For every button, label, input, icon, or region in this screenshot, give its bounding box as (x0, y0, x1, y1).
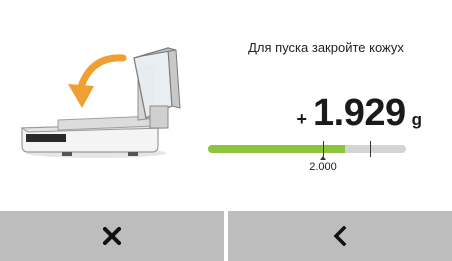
weight-unit: g (411, 110, 422, 129)
tolerance-tick (370, 141, 371, 157)
target-progress-bar: 2.000 (208, 141, 406, 173)
chevron-left-icon (333, 226, 347, 246)
main-panel: Для пуска закройте кожух + 1.929 g 2.000 (0, 0, 452, 211)
weight-value: 1.929 (313, 92, 406, 134)
target-marker-icon (320, 156, 326, 160)
balance-screen: Для пуска закройте кожух + 1.929 g 2.000 (0, 0, 452, 261)
target-tick (323, 141, 324, 157)
balance-draft-shield-illustration (20, 47, 181, 158)
bottom-action-bar (0, 211, 452, 261)
weight-sign: + (296, 109, 308, 129)
progress-fill (208, 145, 345, 153)
close-icon (103, 227, 121, 245)
instruction-message: Для пуска закройте кожух (248, 40, 404, 55)
target-value-label: 2.000 (309, 161, 337, 173)
weight-readout: + 1.929 g (297, 92, 423, 135)
back-button[interactable] (228, 211, 452, 261)
cancel-button[interactable] (0, 211, 224, 261)
